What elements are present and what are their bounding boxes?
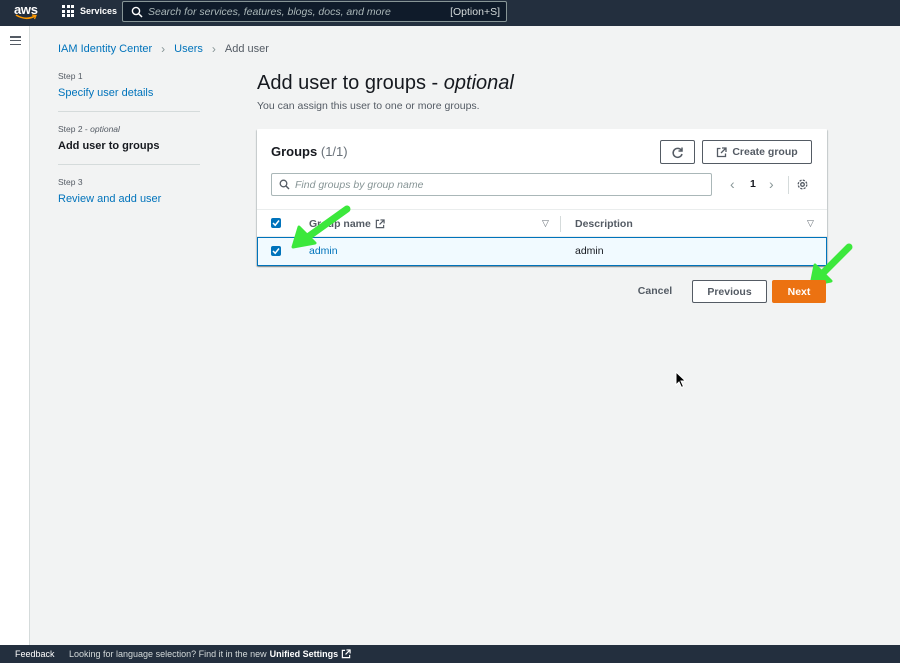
aws-logo[interactable]: aws	[14, 2, 38, 22]
chevron-right-icon: ›	[161, 42, 166, 56]
step-number: Step 2 - optional	[58, 124, 120, 134]
page-title: Add user to groups - optional	[257, 72, 514, 94]
unified-settings-link[interactable]: Unified Settings	[270, 649, 339, 659]
top-navigation: aws Services Search for services, featur…	[0, 0, 900, 26]
external-link-icon	[717, 146, 727, 157]
group-description: admin	[575, 245, 604, 257]
sort-caret-icon[interactable]: ▽	[542, 218, 549, 229]
column-header-description[interactable]: Description	[575, 218, 633, 230]
mouse-cursor-icon	[675, 371, 687, 389]
chevron-right-icon[interactable]: ›	[769, 176, 774, 192]
grid-icon	[62, 5, 74, 17]
cancel-button[interactable]: Cancel	[630, 280, 680, 302]
step-divider	[58, 164, 200, 165]
step-optional-label: optional	[90, 124, 120, 134]
breadcrumb-add-user: Add user	[224, 43, 269, 55]
pagination-current-page[interactable]: 1	[750, 178, 756, 190]
step-number: Step 1	[58, 71, 83, 81]
groups-panel-title: Groups (1/1)	[271, 144, 348, 159]
wizard-step-1: Step 1 Specify user details	[58, 71, 153, 99]
filter-placeholder: Find groups by group name	[295, 179, 424, 191]
create-group-button[interactable]: Create group	[702, 140, 812, 164]
check-icon	[272, 220, 280, 227]
chevron-right-icon: ›	[211, 42, 216, 56]
search-icon	[279, 179, 290, 190]
refresh-button[interactable]	[660, 140, 695, 164]
external-link-icon	[375, 219, 385, 229]
step-link-review-and-add-user[interactable]: Review and add user	[58, 193, 161, 205]
page-title-optional: optional	[443, 72, 514, 94]
step-divider	[58, 111, 200, 112]
services-menu-button[interactable]: Services	[62, 5, 117, 17]
page-description: You can assign this user to one or more …	[257, 100, 480, 112]
search-icon	[131, 6, 143, 18]
step-current-add-user-to-groups: Add user to groups	[58, 140, 160, 152]
annotation-arrow-icon	[291, 205, 351, 249]
global-search-input[interactable]: Search for services, features, blogs, do…	[122, 1, 507, 22]
sort-caret-icon[interactable]: ▽	[807, 218, 814, 229]
console-footer: Feedback Looking for language selection?…	[0, 645, 900, 663]
menu-hamburger-icon[interactable]	[10, 36, 21, 45]
services-label: Services	[80, 6, 118, 16]
external-link-icon	[341, 649, 351, 659]
row-checkbox[interactable]	[271, 246, 281, 256]
step-link-specify-user-details[interactable]: Specify user details	[58, 87, 153, 99]
search-shortcut: [Option+S]	[450, 6, 500, 18]
footer-message: Looking for language selection? Find it …	[69, 649, 267, 659]
previous-button[interactable]: Previous	[692, 280, 767, 303]
aws-smile-icon	[15, 14, 37, 20]
gear-icon[interactable]	[796, 178, 809, 191]
next-button[interactable]: Next	[772, 280, 826, 303]
side-navigation-collapsed	[0, 26, 30, 645]
groups-count: (1/1)	[320, 144, 348, 159]
check-icon	[272, 248, 280, 255]
search-placeholder: Search for services, features, blogs, do…	[148, 6, 391, 18]
step-number: Step 3	[58, 177, 83, 187]
wizard-step-3: Step 3 Review and add user	[58, 177, 161, 205]
column-divider	[560, 216, 561, 232]
refresh-icon	[672, 147, 683, 159]
breadcrumb: IAM Identity Center › Users › Add user	[58, 42, 269, 56]
create-group-label: Create group	[732, 146, 798, 158]
breadcrumb-iam-identity-center[interactable]: IAM Identity Center	[58, 43, 152, 55]
select-all-checkbox[interactable]	[271, 218, 281, 228]
pager-divider	[788, 176, 789, 194]
wizard-step-2: Step 2 - optional Add user to groups	[58, 124, 159, 152]
language-settings-message: Looking for language selection? Find it …	[69, 649, 351, 659]
feedback-link[interactable]: Feedback	[15, 649, 55, 659]
chevron-left-icon[interactable]: ‹	[730, 176, 735, 192]
group-filter-input[interactable]: Find groups by group name	[271, 173, 712, 196]
breadcrumb-users[interactable]: Users	[174, 43, 203, 55]
